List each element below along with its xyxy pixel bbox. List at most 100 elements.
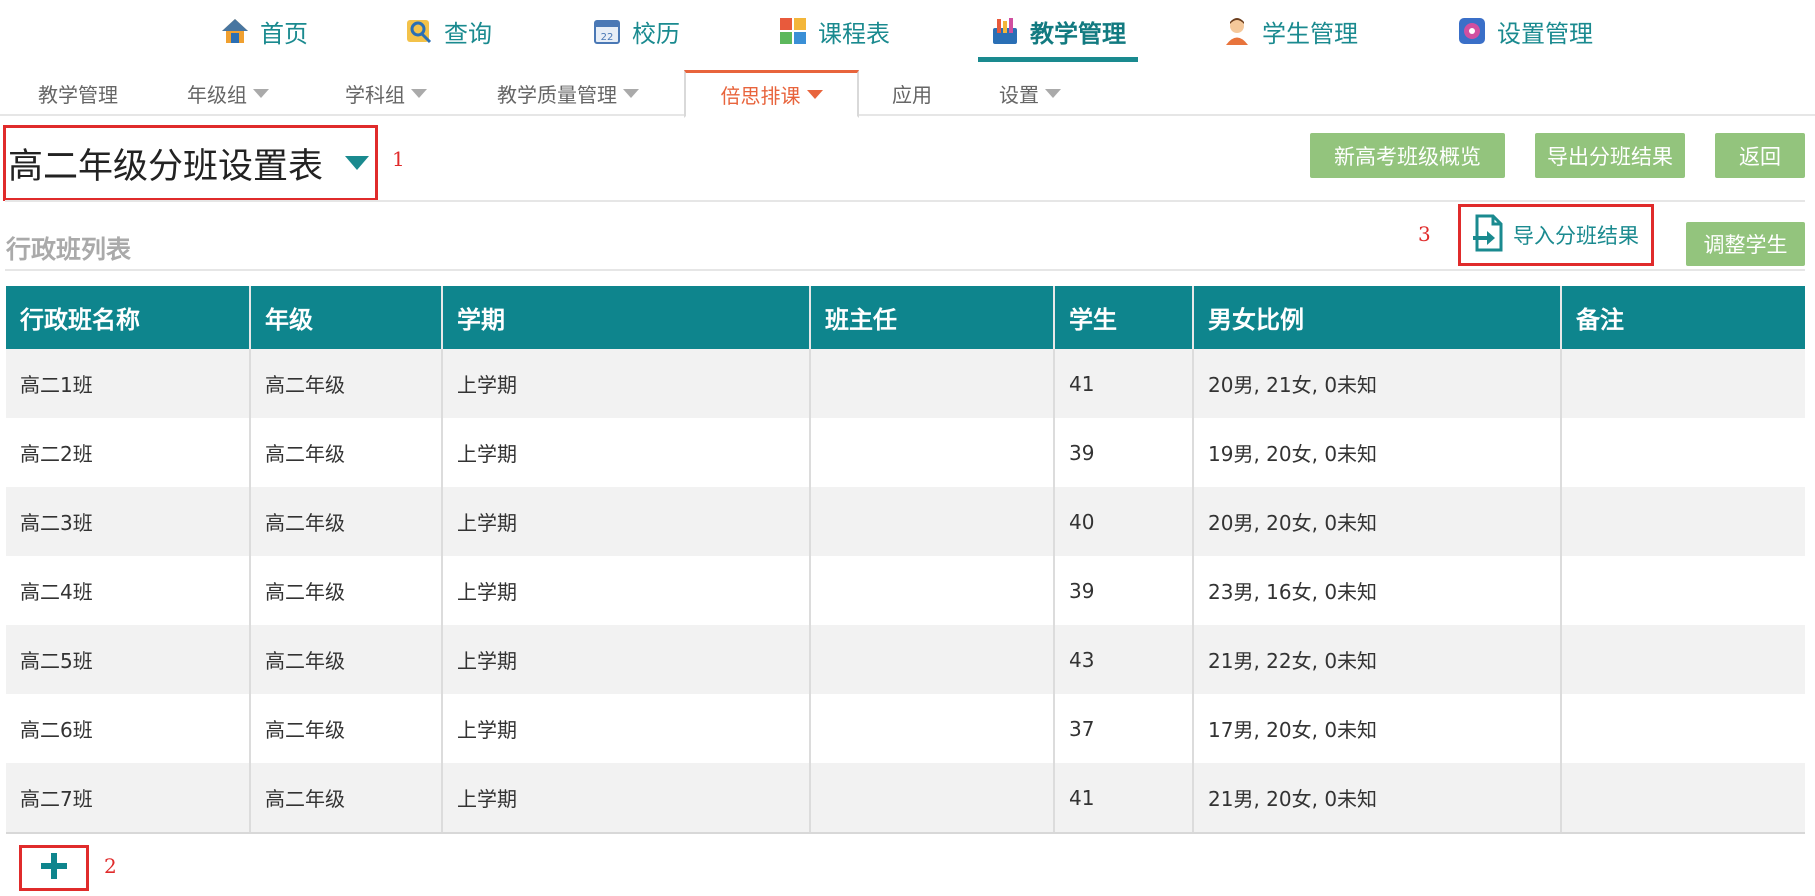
table-cell bbox=[1561, 349, 1805, 418]
subnav-grade-group[interactable]: 年级组 bbox=[172, 70, 284, 116]
subnav-settings[interactable]: 设置 bbox=[985, 70, 1075, 116]
table-cell bbox=[810, 487, 1055, 556]
chevron-down-icon bbox=[253, 88, 269, 98]
column-header: 班主任 bbox=[810, 286, 1055, 349]
table-cell bbox=[810, 349, 1055, 418]
table-cell: 高二3班 bbox=[6, 487, 251, 556]
chevron-down-icon bbox=[1045, 88, 1061, 98]
table-cell: 上学期 bbox=[442, 487, 811, 556]
table-row[interactable]: 高二5班 高二年级 上学期 43 21男, 22女, 0未知 bbox=[6, 625, 1805, 694]
table-row[interactable]: 高二7班 高二年级 上学期 41 21男, 20女, 0未知 bbox=[6, 763, 1805, 832]
table-cell: 高二年级 bbox=[250, 625, 443, 694]
divider bbox=[5, 200, 1805, 202]
subnav-grade-group-label: 年级组 bbox=[187, 82, 247, 107]
table-cell: 高二年级 bbox=[250, 349, 443, 418]
table-header: 行政班名称 年级 学期 班主任 学生 男女比例 备注 bbox=[6, 286, 1805, 349]
table-cell bbox=[810, 418, 1055, 487]
topnav-calendar[interactable]: 22 校历 bbox=[592, 0, 680, 62]
topnav-search-label: 查询 bbox=[444, 19, 492, 48]
table-cell: 37 bbox=[1054, 694, 1194, 763]
table-cell: 上学期 bbox=[442, 556, 811, 625]
table-row[interactable]: 高二2班 高二年级 上学期 39 19男, 20女, 0未知 bbox=[6, 418, 1805, 487]
topnav-home[interactable]: 首页 bbox=[220, 0, 308, 62]
table-cell: 高二年级 bbox=[250, 763, 443, 832]
subnav-apps-label: 应用 bbox=[892, 82, 932, 107]
teaching-icon bbox=[990, 16, 1020, 46]
chevron-down-icon bbox=[623, 88, 639, 98]
table-cell: 高二5班 bbox=[6, 625, 251, 694]
section-title: 行政班列表 bbox=[6, 235, 132, 264]
table-cell: 17男, 20女, 0未知 bbox=[1193, 694, 1562, 763]
back-button[interactable]: 返回 bbox=[1715, 133, 1805, 178]
export-button[interactable]: 导出分班结果 bbox=[1535, 133, 1685, 178]
table-cell: 41 bbox=[1054, 349, 1194, 418]
table-cell: 上学期 bbox=[442, 694, 811, 763]
topnav-timetable-label: 课程表 bbox=[818, 19, 890, 48]
table-cell: 21男, 22女, 0未知 bbox=[1193, 625, 1562, 694]
table-cell: 21男, 20女, 0未知 bbox=[1193, 763, 1562, 832]
column-header: 备注 bbox=[1561, 286, 1805, 349]
table-cell: 高二4班 bbox=[6, 556, 251, 625]
subnav-settings-label: 设置 bbox=[999, 82, 1039, 107]
topnav-student-label: 学生管理 bbox=[1262, 19, 1358, 48]
student-icon bbox=[1222, 16, 1252, 46]
table-cell: 20男, 21女, 0未知 bbox=[1193, 349, 1562, 418]
plus-icon bbox=[39, 851, 69, 885]
chevron-down-icon bbox=[411, 88, 427, 98]
topnav-settings-label: 设置管理 bbox=[1497, 19, 1593, 48]
table-cell: 20男, 20女, 0未知 bbox=[1193, 487, 1562, 556]
add-class-button[interactable] bbox=[19, 845, 89, 891]
table-cell bbox=[1561, 556, 1805, 625]
table-cell: 43 bbox=[1054, 625, 1194, 694]
calendar-icon: 22 bbox=[592, 16, 622, 46]
class-setting-selector[interactable]: 高二年级分班设置表 bbox=[3, 125, 378, 201]
topnav-settings[interactable]: 设置管理 bbox=[1457, 0, 1593, 62]
column-header: 男女比例 bbox=[1193, 286, 1562, 349]
class-table: 行政班名称 年级 学期 班主任 学生 男女比例 备注 高二1班 高二年级 上学期 41… bbox=[6, 286, 1805, 832]
annotation-2: 2 bbox=[104, 854, 117, 878]
topnav-timetable[interactable]: 课程表 bbox=[778, 0, 890, 62]
table-cell: 41 bbox=[1054, 763, 1194, 832]
table-cell bbox=[1561, 763, 1805, 832]
table-cell bbox=[1561, 418, 1805, 487]
topnav-home-label: 首页 bbox=[260, 19, 308, 48]
sub-navigation: 教学管理 年级组 学科组 教学质量管理 倍思排课 应用 设置 bbox=[0, 70, 1815, 118]
caret-down-icon bbox=[345, 156, 370, 170]
topnav-calendar-label: 校历 bbox=[632, 19, 680, 48]
subnav-apps[interactable]: 应用 bbox=[872, 70, 952, 116]
table-row[interactable]: 高二6班 高二年级 上学期 37 17男, 20女, 0未知 bbox=[6, 694, 1805, 763]
table-cell: 高二2班 bbox=[6, 418, 251, 487]
adjust-students-button[interactable]: 调整学生 bbox=[1686, 222, 1805, 266]
subnav-teaching[interactable]: 教学管理 bbox=[22, 70, 134, 116]
table-cell bbox=[1561, 625, 1805, 694]
topnav-teaching[interactable]: 教学管理 bbox=[978, 0, 1138, 62]
table-cell: 高二6班 bbox=[6, 694, 251, 763]
table-cell bbox=[810, 763, 1055, 832]
settings-icon bbox=[1457, 16, 1487, 46]
timetable-icon bbox=[778, 16, 808, 46]
table-cell: 39 bbox=[1054, 556, 1194, 625]
subnav-subject-group[interactable]: 学科组 bbox=[330, 70, 442, 116]
table-cell: 上学期 bbox=[442, 625, 811, 694]
table-row[interactable]: 高二1班 高二年级 上学期 41 20男, 21女, 0未知 bbox=[6, 349, 1805, 418]
column-header: 学期 bbox=[442, 286, 811, 349]
topnav-student[interactable]: 学生管理 bbox=[1222, 0, 1358, 62]
column-header: 学生 bbox=[1054, 286, 1194, 349]
subnav-teaching-label: 教学管理 bbox=[38, 82, 118, 107]
table-cell bbox=[810, 625, 1055, 694]
chevron-down-icon bbox=[806, 90, 823, 99]
subnav-quality[interactable]: 教学质量管理 bbox=[488, 70, 648, 116]
table-cell bbox=[810, 694, 1055, 763]
annotation-1: 1 bbox=[392, 147, 405, 171]
table-cell: 高二年级 bbox=[250, 487, 443, 556]
table-bottom-border bbox=[6, 832, 1805, 834]
subnav-scheduling[interactable]: 倍思排课 bbox=[684, 70, 859, 118]
table-cell bbox=[810, 556, 1055, 625]
table-row[interactable]: 高二3班 高二年级 上学期 40 20男, 20女, 0未知 bbox=[6, 487, 1805, 556]
overview-button[interactable]: 新高考班级概览 bbox=[1310, 133, 1505, 178]
table-cell bbox=[1561, 694, 1805, 763]
table-cell: 23男, 16女, 0未知 bbox=[1193, 556, 1562, 625]
table-row[interactable]: 高二4班 高二年级 上学期 39 23男, 16女, 0未知 bbox=[6, 556, 1805, 625]
import-result-button[interactable]: 导入分班结果 bbox=[1458, 204, 1654, 266]
topnav-search[interactable]: 查询 bbox=[404, 0, 492, 62]
